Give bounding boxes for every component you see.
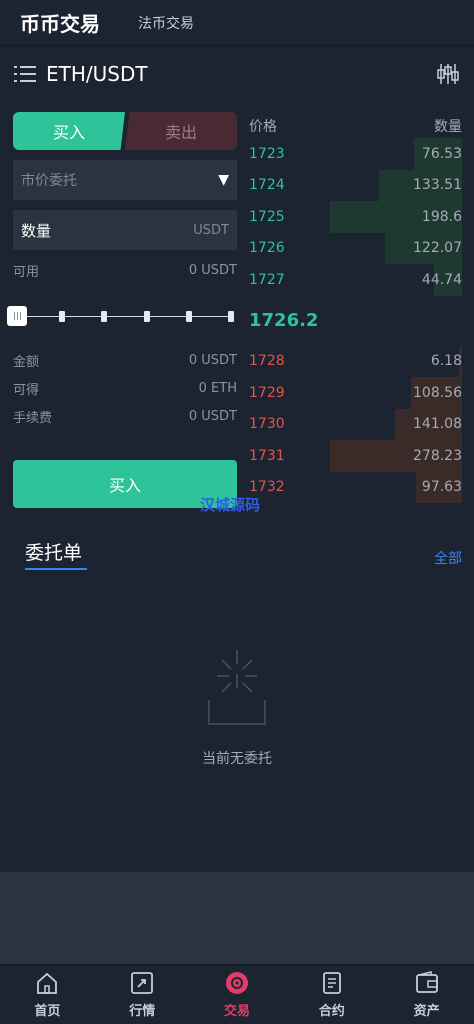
wallet-icon [415,971,438,993]
level-qty: 122.07 [413,240,462,257]
available-row: 可用 0 USDT [13,256,237,284]
available-value: 0 USDT [188,262,237,278]
amount-slider[interactable] [7,300,237,334]
level-price: 1728 [249,353,285,370]
slider-tick[interactable] [186,311,192,322]
bid-row[interactable]: 1727 44.74 [249,264,462,296]
level-price: 1727 [249,271,285,288]
bid-row[interactable]: 1723 76.53 [249,138,462,170]
fee-row: 手续费 0 USDT [13,402,237,430]
bid-row[interactable]: 1726 122.07 [249,232,462,264]
receive-value: 0 ETH [198,380,237,396]
empty-box-icon [208,650,266,725]
slider-track [23,316,233,317]
ask-list: 1728 6.18 1729 108.56 1730 141.08 1731 278.23 17… [249,345,462,503]
nav-label: 合约 [318,1004,345,1019]
order-type-select[interactable]: 市价委托 ▼ [13,160,237,200]
tab-coin-trade[interactable]: 币币交易 [20,8,100,37]
ask-row[interactable]: 1732 97.63 [249,471,462,503]
qty-header: 数量 [434,119,462,135]
nav-label: 行情 [129,1004,156,1019]
nav-item-contract[interactable]: 合约 [284,965,379,1024]
sell-tab[interactable]: 卖出 [125,112,237,150]
orders-all-link[interactable]: 全部 [434,548,462,568]
level-price: 1725 [249,208,285,225]
trade-icon [225,972,248,994]
bid-row[interactable]: 1724 133.51 [249,169,462,201]
nav-label: 首页 [34,1004,61,1019]
watermark: 汉城源码 [200,496,261,514]
orders-tab[interactable]: 委托单 [25,538,82,565]
nav-label: 交易 [223,1004,250,1019]
ask-row[interactable]: 1728 6.18 [249,345,462,377]
ask-row[interactable]: 1731 278.23 [249,440,462,472]
nav-label: 资产 [413,1004,440,1019]
contract-icon [322,972,341,994]
slider-tick[interactable] [144,311,150,322]
quantity-label: 数量 [21,221,52,240]
quantity-input[interactable]: 数量 USDT [13,210,237,250]
chart-settings-icon[interactable] [436,62,460,86]
order-type-value: 市价委托 [21,173,77,189]
slider-tick[interactable] [59,311,65,322]
level-price: 1723 [249,145,285,162]
level-qty: 133.51 [413,177,462,194]
receive-label: 可得 [13,382,40,398]
amount-value: 0 USDT [188,352,237,368]
bid-list: 1723 76.53 1724 133.51 1725 198.6 1726 122.07 17… [249,138,462,296]
menu-icon[interactable] [14,65,36,83]
side-switch: 买入 卖出 [13,112,237,150]
amount-row: 金额 0 USDT [13,346,237,374]
level-qty: 97.63 [421,479,462,496]
nav-item-trade[interactable]: 交易 [190,965,285,1024]
last-price: 1726.2 [249,310,319,331]
order-form: 买入 卖出 市价委托 ▼ 数量 USDT 可用 0 USDT 金额 0 USDT [7,112,237,430]
level-price: 1732 [249,479,285,496]
dropdown-arrow-icon: ▼ [218,172,229,188]
level-qty: 141.08 [413,416,462,433]
slider-tick[interactable] [101,311,107,322]
available-label: 可用 [13,264,40,280]
tab-fiat-trade[interactable]: 法币交易 [138,13,194,33]
nav-item-market[interactable]: 行情 [95,965,190,1024]
pair-name[interactable]: ETH/USDT [46,62,148,86]
fee-value: 0 USDT [188,408,237,424]
footer-band [0,872,474,964]
price-header: 价格 [249,119,277,135]
level-qty: 76.53 [421,145,462,162]
bid-row[interactable]: 1725 198.6 [249,201,462,233]
level-qty: 108.56 [413,384,462,401]
receive-row: 可得 0 ETH [13,374,237,402]
ask-row[interactable]: 1729 108.56 [249,377,462,409]
empty-orders-text: 当前无委托 [202,751,272,767]
level-price: 1729 [249,384,285,401]
order-book-header: 价格 数量 [249,114,462,138]
pair-bar: ETH/USDT [0,46,474,102]
market-icon [131,972,154,994]
level-price: 1730 [249,416,285,433]
level-qty: 6.18 [430,353,462,370]
nav-item-wallet[interactable]: 资产 [379,965,474,1024]
level-price: 1726 [249,240,285,257]
orders-tab-underline [25,568,87,570]
level-qty: 278.23 [413,447,462,464]
nav-item-home[interactable]: 首页 [0,965,95,1024]
bottom-tabbar: 首页 行情 交易 合约 资产 [0,964,474,1024]
top-tabs: 币币交易 法币交易 [0,0,474,46]
amount-label: 金额 [13,354,40,370]
level-qty: 198.6 [421,208,462,225]
level-qty: 44.74 [421,271,462,288]
trade-panel: 买入 卖出 市价委托 ▼ 数量 USDT 可用 0 USDT 金额 0 USDT [0,108,474,528]
slider-handle[interactable] [7,306,27,326]
buy-tab[interactable]: 买入 [13,112,125,150]
slider-tick[interactable] [228,311,234,322]
fee-label: 手续费 [13,410,53,426]
empty-orders: 当前无委托 [0,650,474,768]
quantity-unit: USDT [193,222,229,238]
order-book: 价格 数量 1723 76.53 1724 133.51 1725 198.6 1726 12… [249,114,462,503]
level-price: 1731 [249,447,285,464]
level-price: 1724 [249,177,285,194]
ask-row[interactable]: 1730 141.08 [249,408,462,440]
home-icon [37,972,58,994]
